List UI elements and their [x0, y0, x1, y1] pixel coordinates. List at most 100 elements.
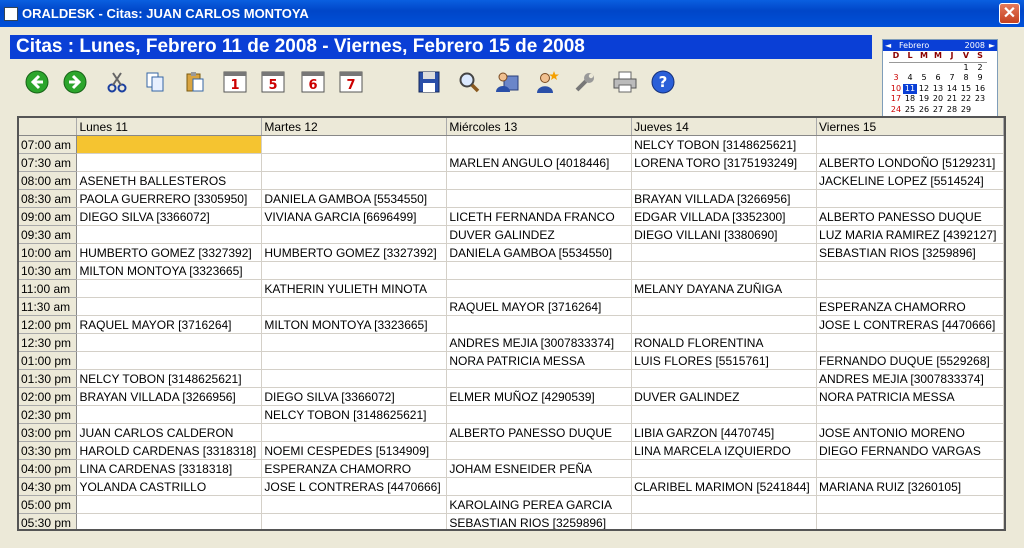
- appointment-cell[interactable]: BRAYAN VILLADA [3266956]: [631, 189, 818, 208]
- appointment-cell[interactable]: [261, 495, 448, 514]
- appointment-cell[interactable]: [261, 513, 448, 529]
- appointment-cell[interactable]: [631, 369, 818, 388]
- appointment-cell[interactable]: JUAN CARLOS CALDERON: [76, 423, 263, 442]
- appointment-cell[interactable]: [446, 171, 633, 190]
- appointment-cell[interactable]: [816, 513, 1004, 529]
- appointment-cell[interactable]: [76, 135, 263, 154]
- mini-calendar-day[interactable]: 25: [903, 105, 917, 116]
- new-patient-button[interactable]: [534, 69, 560, 95]
- appointment-cell[interactable]: HUMBERTO GOMEZ [3327392]: [76, 243, 263, 262]
- appointment-cell[interactable]: RAQUEL MAYOR [3716264]: [76, 315, 263, 334]
- appointment-cell[interactable]: DUVER GALINDEZ: [446, 225, 633, 244]
- appointment-cell[interactable]: [446, 369, 633, 388]
- appointment-cell[interactable]: [76, 513, 263, 529]
- appointment-cell[interactable]: [631, 513, 818, 529]
- mini-calendar-day[interactable]: 14: [945, 84, 959, 95]
- appointment-cell[interactable]: [631, 315, 818, 334]
- appointment-cell[interactable]: ESPERANZA CHAMORRO: [261, 459, 448, 478]
- appointment-cell[interactable]: ALBERTO PANESSO DUQUE: [446, 423, 633, 442]
- week-view-button[interactable]: 7: [338, 69, 364, 95]
- appointment-cell[interactable]: YOLANDA CASTRILLO: [76, 477, 263, 496]
- appointment-cell[interactable]: LUZ MARIA RAMIREZ [4392127]: [816, 225, 1004, 244]
- mini-calendar-day[interactable]: 18: [903, 94, 917, 105]
- appointment-cell[interactable]: [631, 261, 818, 280]
- appointment-cell[interactable]: NORA PATRICIA MESSA: [816, 387, 1004, 406]
- appointment-cell[interactable]: [76, 225, 263, 244]
- appointment-cell[interactable]: DANIELA GAMBOA [5534550]: [261, 189, 448, 208]
- appointment-cell[interactable]: [261, 225, 448, 244]
- appointment-cell[interactable]: [261, 261, 448, 280]
- close-button[interactable]: ✕: [999, 3, 1020, 24]
- workweek-view-button[interactable]: 5: [260, 69, 286, 95]
- appointment-cell[interactable]: NOEMI CESPEDES [5134909]: [261, 441, 448, 460]
- mini-calendar-day[interactable]: 10: [889, 84, 903, 95]
- appointment-cell[interactable]: CLARIBEL MARIMON [5241844]: [631, 477, 818, 496]
- mini-calendar-day[interactable]: 21: [945, 94, 959, 105]
- mini-calendar-day[interactable]: 24: [889, 105, 903, 116]
- appointment-cell[interactable]: MILTON MONTOYA [3323665]: [261, 315, 448, 334]
- appointment-cell[interactable]: [76, 297, 263, 316]
- mini-calendar-day[interactable]: 12: [917, 84, 931, 95]
- appointment-cell[interactable]: JOHAM ESNEIDER PEÑA: [446, 459, 633, 478]
- mini-calendar-day[interactable]: 23: [973, 94, 987, 105]
- appointment-cell[interactable]: ALBERTO PANESSO DUQUE: [816, 207, 1004, 226]
- mini-calendar-day[interactable]: 19: [917, 94, 931, 105]
- appointment-cell[interactable]: KAROLAING PEREA GARCIA: [446, 495, 633, 514]
- appointment-cell[interactable]: [631, 495, 818, 514]
- back-button[interactable]: [24, 69, 50, 95]
- appointment-cell[interactable]: ANDRES MEJIA [3007833374]: [446, 333, 633, 352]
- mini-calendar-day[interactable]: 2: [973, 62, 987, 73]
- appointment-cell[interactable]: MARLEN ANGULO [4018446]: [446, 153, 633, 172]
- appointment-cell[interactable]: [816, 405, 1004, 424]
- appointment-cell[interactable]: MARIANA RUIZ [3260105]: [816, 477, 1004, 496]
- appointment-cell[interactable]: DIEGO SILVA [3366072]: [76, 207, 263, 226]
- mini-calendar-day[interactable]: 6: [931, 73, 945, 84]
- appointment-cell[interactable]: HUMBERTO GOMEZ [3327392]: [261, 243, 448, 262]
- appointment-cell[interactable]: [446, 261, 633, 280]
- patient-card-button[interactable]: [494, 69, 520, 95]
- appointment-cell[interactable]: [261, 135, 448, 154]
- mini-calendar-day[interactable]: 3: [889, 73, 903, 84]
- appointment-cell[interactable]: [816, 261, 1004, 280]
- column-header-day[interactable]: Jueves 14: [631, 118, 818, 136]
- appointment-cell[interactable]: FERNANDO DUQUE [5529268]: [816, 351, 1004, 370]
- appointment-cell[interactable]: [631, 243, 818, 262]
- appointment-cell[interactable]: [76, 333, 263, 352]
- appointment-cell[interactable]: DIEGO VILLANI [3380690]: [631, 225, 818, 244]
- appointment-cell[interactable]: PAOLA GUERRERO [3305950]: [76, 189, 263, 208]
- six-day-view-button[interactable]: 6: [300, 69, 326, 95]
- mini-calendar-day[interactable]: 1: [959, 62, 973, 73]
- appointment-cell[interactable]: [446, 477, 633, 496]
- appointment-cell[interactable]: [446, 189, 633, 208]
- column-header-day[interactable]: Miércoles 13: [446, 118, 633, 136]
- appointment-cell[interactable]: [261, 351, 448, 370]
- next-month-button[interactable]: ►: [989, 40, 995, 51]
- appointment-cell[interactable]: [816, 135, 1004, 154]
- paste-button[interactable]: [182, 69, 208, 95]
- appointment-cell[interactable]: RONALD FLORENTINA: [631, 333, 818, 352]
- appointment-cell[interactable]: [631, 405, 818, 424]
- save-button[interactable]: [416, 69, 442, 95]
- appointment-cell[interactable]: JOSE ANTONIO MORENO: [816, 423, 1004, 442]
- print-button[interactable]: [612, 69, 638, 95]
- mini-calendar-day[interactable]: 9: [973, 73, 987, 84]
- appointment-cell[interactable]: [631, 297, 818, 316]
- mini-calendar-day[interactable]: 11: [903, 83, 917, 94]
- appointment-cell[interactable]: [76, 279, 263, 298]
- appointment-cell[interactable]: NELCY TOBON [3148625621]: [76, 369, 263, 388]
- help-button[interactable]: ?: [650, 69, 676, 95]
- mini-calendar-day[interactable]: 5: [917, 73, 931, 84]
- appointment-cell[interactable]: [261, 153, 448, 172]
- appointment-cell[interactable]: [816, 189, 1004, 208]
- appointment-cell[interactable]: DIEGO FERNANDO VARGAS: [816, 441, 1004, 460]
- mini-calendar-day[interactable]: 4: [903, 73, 917, 84]
- day-view-button[interactable]: 1: [222, 69, 248, 95]
- appointment-cell[interactable]: NELCY TOBON [3148625621]: [631, 135, 818, 154]
- mini-calendar-day[interactable]: 15: [959, 84, 973, 95]
- appointment-cell[interactable]: SEBASTIAN RIOS [3259896]: [816, 243, 1004, 262]
- mini-calendar-day[interactable]: 20: [931, 94, 945, 105]
- appointment-cell[interactable]: [261, 369, 448, 388]
- appointment-cell[interactable]: [446, 135, 633, 154]
- appointment-cell[interactable]: [816, 333, 1004, 352]
- appointment-cell[interactable]: [446, 405, 633, 424]
